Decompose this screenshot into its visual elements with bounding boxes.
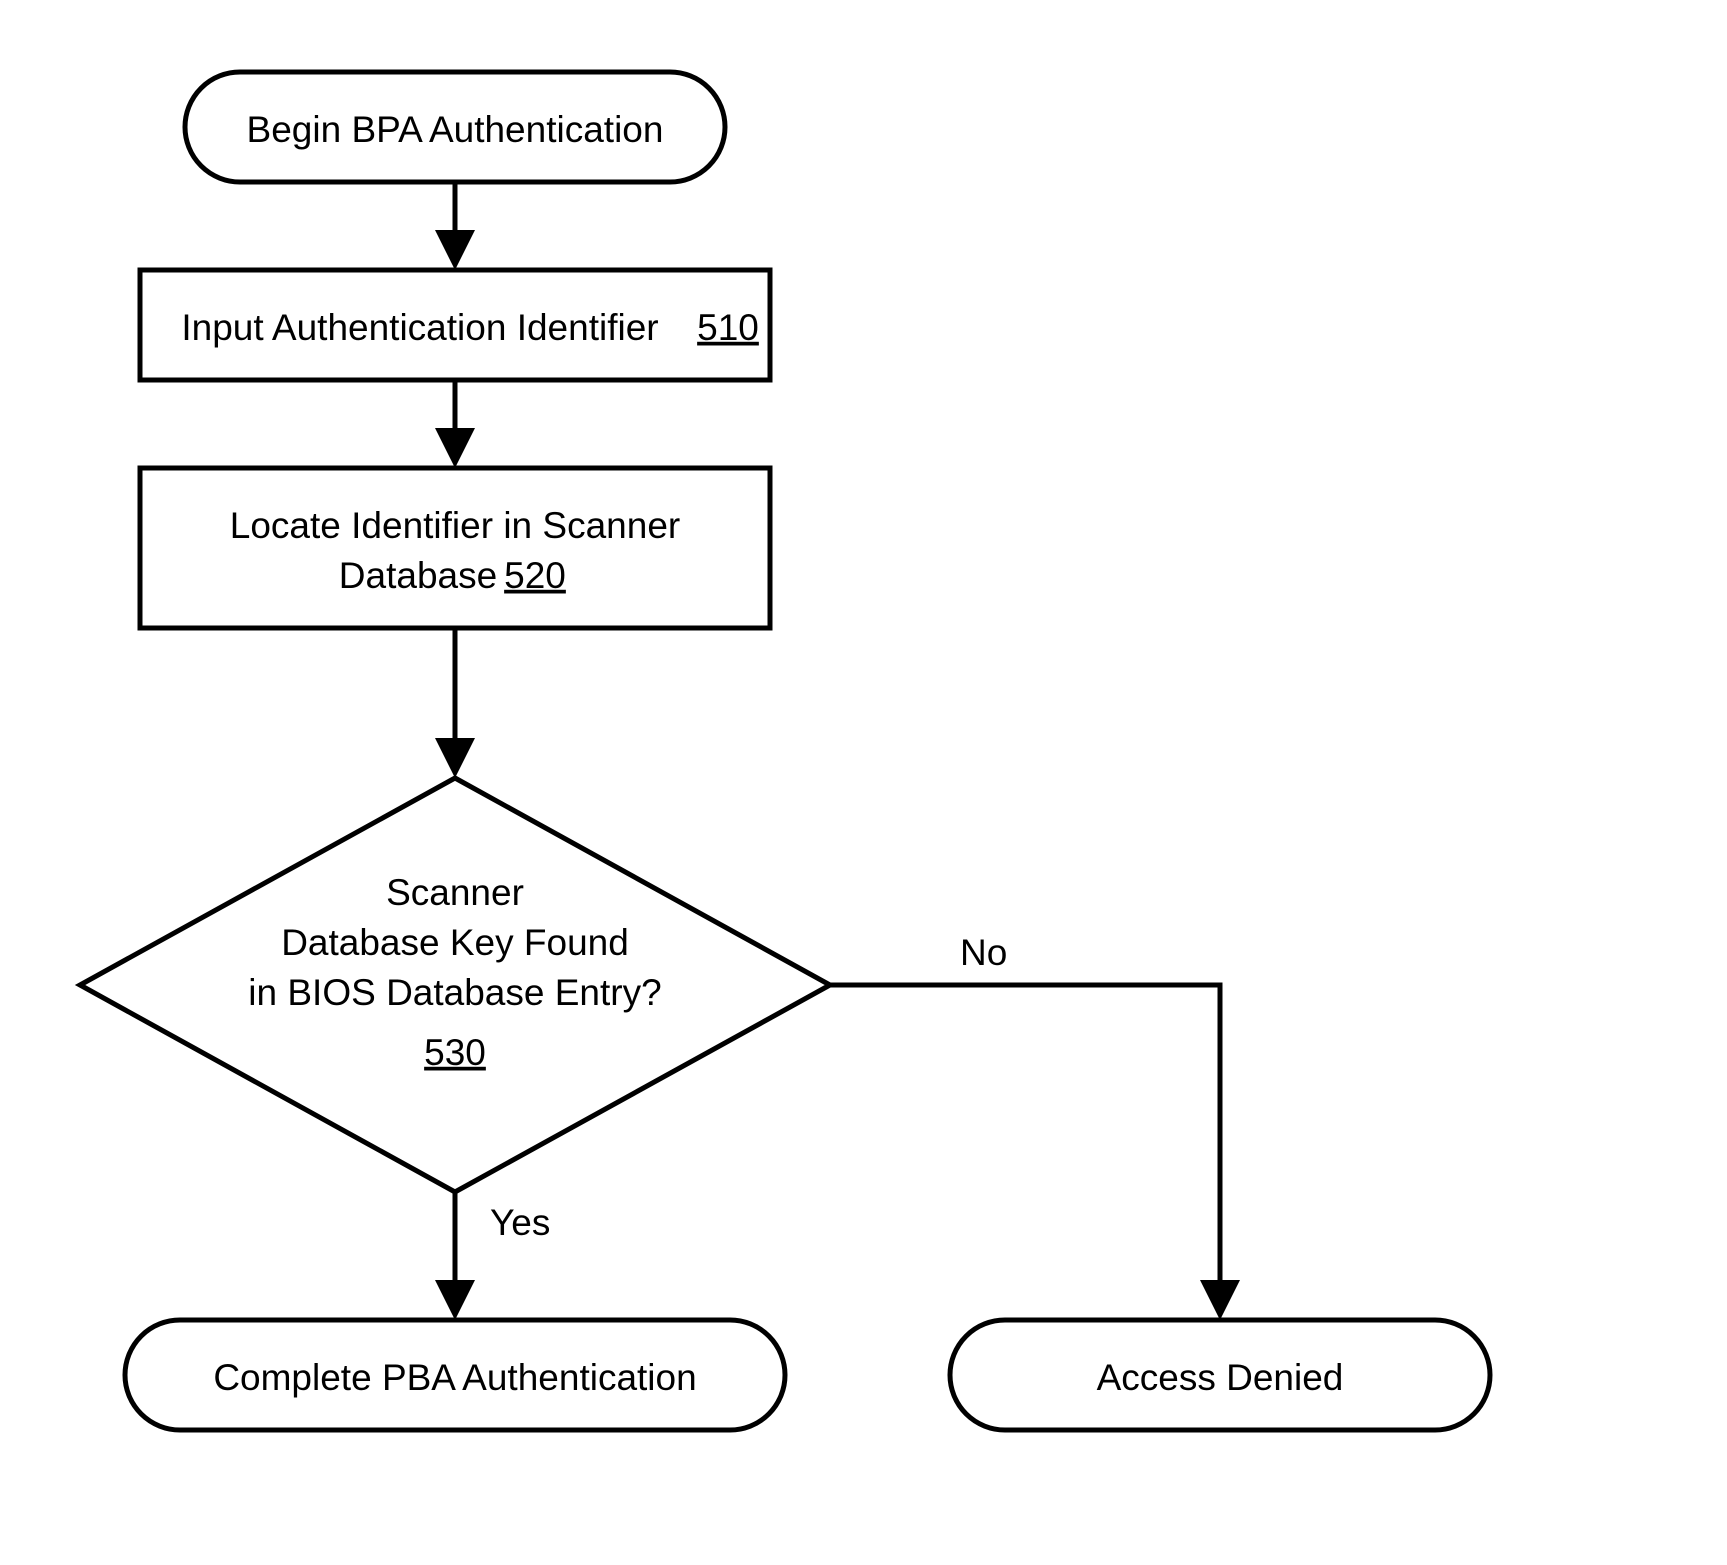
end-no-label: Access Denied [1097,1357,1344,1398]
decision-node: Scanner Database Key Found in BIOS Datab… [80,778,830,1192]
end-yes-node: Complete PBA Authentication [125,1320,785,1430]
start-label: Begin BPA Authentication [247,109,664,150]
flowchart-svg: Begin BPA Authentication Input Authentic… [0,0,1727,1565]
decision-line1: Scanner [386,872,524,913]
step1-label: Input Authentication Identifier [181,307,658,348]
decision-ref: 530 [424,1032,486,1073]
edge-decision-no [830,985,1220,1312]
step2-line1: Locate Identifier in Scanner [230,505,680,546]
step2-ref: 520 [504,555,566,596]
step1-ref: 510 [697,307,759,348]
decision-yes-label: Yes [490,1202,550,1243]
end-no-node: Access Denied [950,1320,1490,1430]
decision-no-label: No [960,932,1007,973]
step2-node: Locate Identifier in Scanner Database 52… [140,468,770,628]
step2-line2: Database [339,555,497,596]
start-node: Begin BPA Authentication [185,72,725,182]
decision-line3: in BIOS Database Entry? [248,972,661,1013]
step1-node: Input Authentication Identifier 510 [140,270,770,380]
decision-line2: Database Key Found [281,922,629,963]
end-yes-label: Complete PBA Authentication [213,1357,696,1398]
